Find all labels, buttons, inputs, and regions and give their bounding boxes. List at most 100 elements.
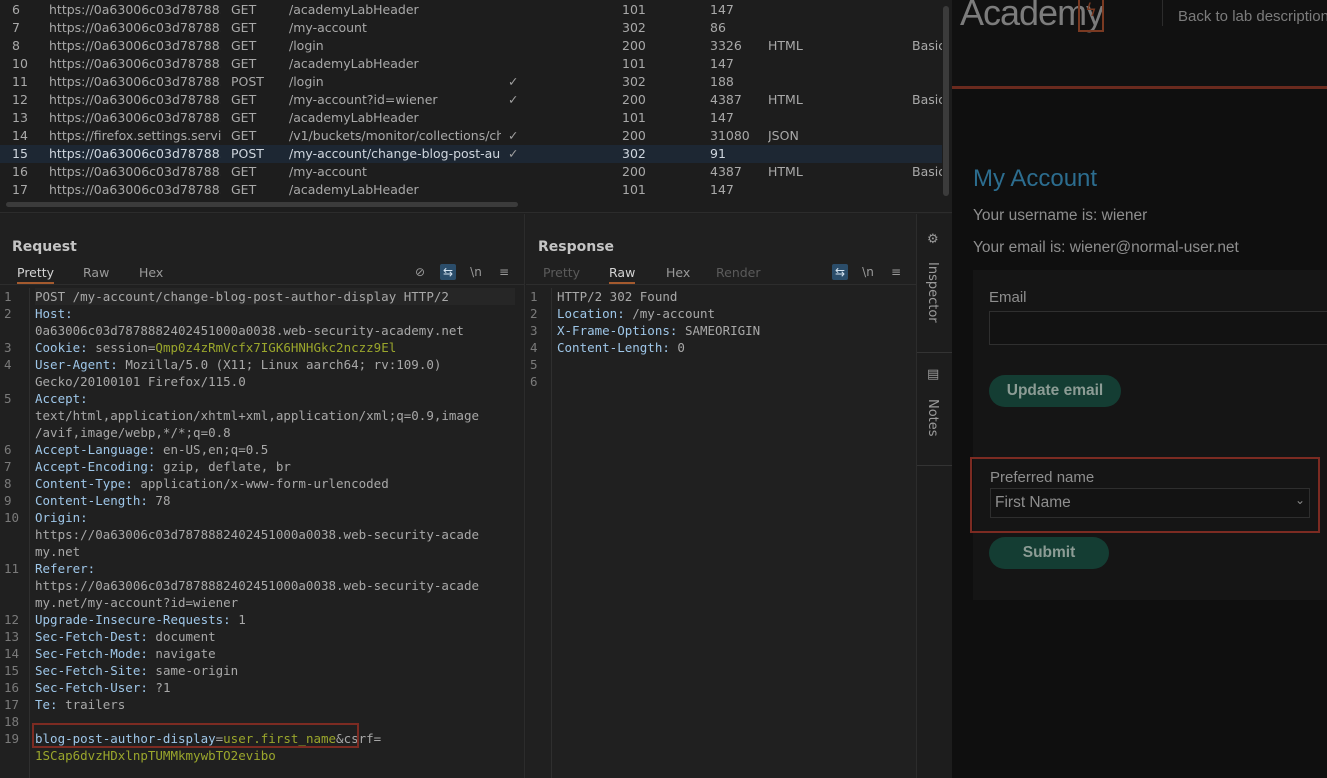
cell-method: GET (231, 128, 257, 143)
cell-id: 12 (12, 92, 28, 107)
history-horizontal-scrollbar[interactable] (6, 202, 518, 207)
table-row[interactable]: 8 https://0a63006c03d78788... GET/login 200… (0, 37, 942, 55)
cell-url: /login (289, 38, 324, 53)
submit-button[interactable]: Submit (989, 537, 1109, 569)
code-token: Upgrade-Insecure-Requests: (35, 612, 231, 627)
line-number: 11 (4, 561, 20, 576)
code-token: 0a63006c03d7878882402451000a0038.web-sec… (35, 323, 464, 338)
username-text: Your username is: wiener (973, 207, 1148, 224)
table-row[interactable]: 15 https://0a63006c03d78788... POST/my-acc… (0, 145, 942, 163)
request-line-numbers: 1 2 3 4 5 6 7 8 9 10 11 12 13 14 15 16 17 18 19 (4, 288, 32, 764)
code-token: Cookie: (35, 340, 88, 355)
table-row[interactable]: 17 https://0a63006c03d78788... GET/academy… (0, 181, 942, 199)
request-editor[interactable]: POST /my-account/change-blog-post-author… (35, 288, 515, 764)
response-editor[interactable]: HTTP/2 302 Found Location: /my-account X-F… (557, 288, 907, 390)
cell-mime: HTML (768, 38, 803, 53)
code-line: Host: (35, 305, 515, 322)
table-row[interactable]: 7 https://0a63006c03d78788... GET/my-accou… (0, 19, 942, 37)
code-token: https://0a63006c03d7878882402451000a0038… (35, 578, 480, 593)
table-row[interactable]: 14 https://firefox.settings.servic... GET /… (0, 127, 942, 145)
cell-host: https://firefox.settings.servic... (49, 128, 221, 143)
response-line-numbers: 1 2 3 4 5 6 (530, 288, 558, 390)
browser-viewport: Academy ϟ Back to lab description My Acc… (952, 0, 1327, 778)
hide-icon[interactable]: ⊘ (412, 264, 428, 280)
code-token: session= (87, 340, 156, 355)
tab-raw[interactable]: Raw (83, 264, 109, 282)
check-icon: ✓ (508, 92, 519, 107)
cell-url: /academyLabHeader (289, 2, 419, 17)
cell-method: GET (231, 110, 257, 125)
table-row[interactable]: 11 https://0a63006c03d78788... POST/login 3… (0, 73, 942, 91)
tab-render[interactable]: Render (716, 264, 761, 282)
newline-icon[interactable]: \n (860, 264, 876, 280)
cell-url: /my-account (289, 20, 367, 35)
cell-length: 91 (710, 146, 726, 161)
line-number (4, 577, 32, 594)
table-row[interactable]: 13 https://0a63006c03d78788... GET/academy… (0, 109, 942, 127)
line-number: 8 (4, 476, 12, 491)
line-number: 10 (4, 510, 20, 525)
cell-status: 302 (622, 146, 646, 161)
tab-hex[interactable]: Hex (139, 264, 163, 282)
cell-id: 15 (12, 146, 28, 161)
cell-id: 6 (12, 2, 20, 17)
tab-hex[interactable]: Hex (666, 264, 690, 282)
cell-url: /my-account/change-blog-post-au... (289, 146, 501, 161)
code-line: https://0a63006c03d7878882402451000a0038… (35, 577, 515, 594)
table-row[interactable]: 12 https://0a63006c03d78788... GET/my-acco… (0, 91, 942, 109)
cell-method: GET (231, 182, 257, 197)
code-token: text/html,application/xhtml+xml,applicat… (35, 408, 480, 423)
cell-status: 200 (622, 92, 646, 107)
code-token: Referer: (35, 561, 96, 576)
cell-method: GET (231, 56, 257, 71)
code-line: Sec-Fetch-Dest: document (35, 628, 515, 645)
table-row[interactable]: 10 https://0a63006c03d78788... GET/academy… (0, 55, 942, 73)
code-line: 1SCap6dvzHDxlnpTUMMkmywbTO2evibo (35, 747, 515, 764)
check-icon: ✓ (508, 146, 519, 161)
update-email-button[interactable]: Update email (989, 375, 1121, 407)
history-vertical-scrollbar[interactable] (943, 6, 949, 196)
code-token: Sec-Fetch-User: (35, 680, 148, 695)
preferred-name-select[interactable]: First Name ⌄ (990, 488, 1310, 518)
cell-url: /my-account?id=wiener (289, 92, 438, 107)
request-title: Request (12, 239, 77, 255)
wrap-icon[interactable]: ⇆ (440, 264, 456, 280)
cell-length: 147 (710, 110, 734, 125)
newline-icon[interactable]: \n (468, 264, 484, 280)
cell-url: /login (289, 74, 324, 89)
tab-pretty[interactable]: Pretty (543, 264, 580, 282)
inspector-tab[interactable]: ⚙ Inspector (917, 214, 952, 353)
code-token: Accept: (35, 391, 88, 406)
code-line: my.net (35, 543, 515, 560)
wrap-icon[interactable]: ⇆ (832, 264, 848, 280)
line-number: 7 (4, 459, 12, 474)
email-input[interactable] (989, 311, 1327, 345)
table-row[interactable]: 6 https://0a63006c03d78788... GET/academyL… (0, 1, 942, 19)
tab-pretty[interactable]: Pretty (17, 264, 55, 284)
line-number: 18 (4, 714, 20, 729)
inspector-icon: ⚙ (927, 232, 939, 247)
line-number (4, 526, 32, 543)
menu-icon[interactable]: ≡ (496, 264, 512, 280)
tab-raw[interactable]: Raw (609, 264, 636, 284)
cell-length: 4387 (710, 164, 742, 179)
line-number (4, 373, 32, 390)
cell-host: https://0a63006c03d78788... (49, 92, 221, 107)
menu-icon[interactable]: ≡ (888, 264, 904, 280)
code-token: my.net (35, 544, 81, 559)
code-line: text/html,application/xhtml+xml,applicat… (35, 407, 515, 424)
cell-status: 200 (622, 128, 646, 143)
response-title: Response (538, 239, 615, 255)
back-to-lab-link[interactable]: Back to lab description (1178, 8, 1327, 25)
cell-host: https://0a63006c03d78788... (49, 2, 221, 17)
cell-mime: HTML (768, 92, 803, 107)
table-row[interactable]: 16 https://0a63006c03d78788... GET/my-acco… (0, 163, 942, 181)
cell-host: https://0a63006c03d78788... (49, 56, 221, 71)
cell-mime: HTML (768, 164, 803, 179)
header-divider (1162, 0, 1163, 26)
cell-host: https://0a63006c03d78788... (49, 146, 221, 161)
code-line: Sec-Fetch-Site: same-origin (35, 662, 515, 679)
notes-tab[interactable]: ▤ Notes (917, 353, 952, 466)
cell-method: GET (231, 20, 257, 35)
check-icon: ✓ (508, 128, 519, 143)
